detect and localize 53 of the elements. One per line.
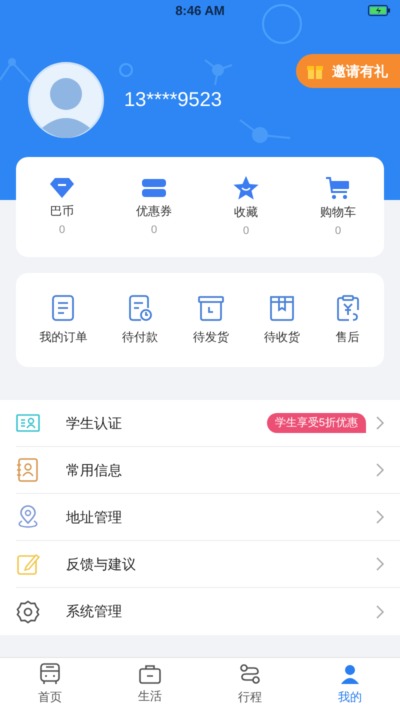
tab[interactable]: 首页 xyxy=(0,658,100,710)
person-icon xyxy=(338,662,362,686)
order-label[interactable]: 待发货 xyxy=(192,328,229,346)
menu-label: 常用信息 xyxy=(66,460,122,480)
status-time: 8:46 AM xyxy=(175,2,225,20)
menu-item[interactable]: 系统管理 xyxy=(16,588,400,635)
order-label[interactable]: 售后 xyxy=(336,328,360,346)
stat-label[interactable]: 巴币 xyxy=(50,202,74,220)
document-icon xyxy=(50,294,76,322)
bus-icon xyxy=(39,662,61,686)
menu-item[interactable]: 学生认证 学生享受5折优惠 xyxy=(16,400,400,447)
menu-label: 地址管理 xyxy=(66,508,122,526)
edit-note-icon xyxy=(16,552,40,576)
location-pin-icon xyxy=(16,505,40,529)
menu-item[interactable]: 常用信息 xyxy=(16,447,400,494)
tab[interactable]: 行程 xyxy=(200,658,300,710)
order-label[interactable]: 待收货 xyxy=(264,328,300,346)
stat-label[interactable]: 优惠券 xyxy=(136,202,172,220)
stat-count: 0 xyxy=(334,224,342,239)
settings-icon xyxy=(16,600,40,624)
id-card-icon xyxy=(16,413,40,433)
order-label[interactable]: 待付款 xyxy=(122,328,158,346)
chevron-right-icon xyxy=(376,604,384,618)
bill-clock-icon xyxy=(127,294,154,322)
contact-book-icon xyxy=(16,458,38,482)
menu-label: 系统管理 xyxy=(66,602,122,621)
tab[interactable]: 我的 xyxy=(300,658,400,710)
briefcase-icon xyxy=(138,663,162,685)
menu-label: 反馈与建议 xyxy=(66,554,136,574)
chevron-right-icon xyxy=(376,463,384,477)
clipboard-yen-icon xyxy=(334,294,361,322)
chevron-right-icon xyxy=(376,557,384,571)
stat-count: 0 xyxy=(58,222,66,238)
chevron-right-icon xyxy=(376,510,384,524)
tab[interactable]: 生活 xyxy=(100,658,200,710)
stat-label[interactable]: 购物车 xyxy=(320,202,356,221)
box-icon xyxy=(196,294,225,322)
phone-number: 13****9523 xyxy=(124,88,222,113)
chevron-right-icon xyxy=(376,416,384,430)
diamond-icon xyxy=(48,176,76,200)
stat-label[interactable]: 收藏 xyxy=(234,202,258,221)
cart-icon xyxy=(324,174,352,201)
menu-item[interactable]: 地址管理 xyxy=(16,494,400,541)
package-icon xyxy=(268,294,296,322)
star-icon xyxy=(232,174,260,201)
discount-tag: 学生享受5折优惠 xyxy=(266,412,366,434)
stat-count: 0 xyxy=(150,222,158,238)
menu-item[interactable]: 反馈与建议 xyxy=(16,541,400,588)
order-label[interactable]: 我的订单 xyxy=(39,328,88,346)
route-icon xyxy=(238,662,262,686)
menu-label: 学生认证 xyxy=(66,414,122,432)
battery-icon xyxy=(368,5,390,16)
stat-count: 0 xyxy=(242,224,250,239)
